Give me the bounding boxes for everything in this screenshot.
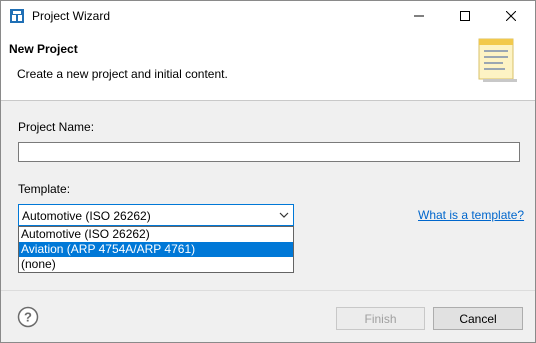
template-label: Template: <box>18 182 71 196</box>
window-title: Project Wizard <box>32 9 111 23</box>
minimize-icon <box>414 15 424 17</box>
what-is-template-link[interactable]: What is a template? <box>418 208 524 222</box>
app-icon <box>9 8 25 24</box>
svg-text:?: ? <box>24 310 32 325</box>
project-wizard-window: Project Wizard New Project Create a new … <box>0 0 536 343</box>
template-select[interactable]: Automotive (ISO 26262) <box>18 204 294 226</box>
title-bar[interactable]: Project Wizard <box>1 1 535 31</box>
template-selected-value: Automotive (ISO 26262) <box>22 209 151 223</box>
wizard-body: Project Name: Template: Automotive (ISO … <box>1 102 535 290</box>
chevron-down-icon <box>279 212 289 218</box>
finish-button[interactable]: Finish <box>336 307 425 330</box>
wizard-header: New Project Create a new project and ini… <box>1 31 535 101</box>
cancel-button[interactable]: Cancel <box>433 307 523 330</box>
template-dropdown-list: Automotive (ISO 26262) Aviation (ARP 475… <box>18 226 294 273</box>
dropdown-option[interactable]: (none) <box>19 257 293 272</box>
page-description: Create a new project and initial content… <box>17 67 228 81</box>
maximize-button[interactable] <box>442 1 488 31</box>
minimize-button[interactable] <box>396 1 442 31</box>
dropdown-option[interactable]: Automotive (ISO 26262) <box>19 227 293 242</box>
maximize-icon <box>460 11 470 21</box>
help-icon[interactable]: ? <box>17 306 39 328</box>
page-title: New Project <box>9 42 78 56</box>
close-icon <box>506 11 516 21</box>
wizard-footer: ? Finish Cancel <box>1 290 535 342</box>
project-name-label: Project Name: <box>18 120 95 134</box>
close-button[interactable] <box>488 1 534 31</box>
wizard-banner-icon <box>478 38 517 82</box>
project-name-input[interactable] <box>18 142 520 162</box>
dropdown-option[interactable]: Aviation (ARP 4754A/ARP 4761) <box>19 242 293 257</box>
